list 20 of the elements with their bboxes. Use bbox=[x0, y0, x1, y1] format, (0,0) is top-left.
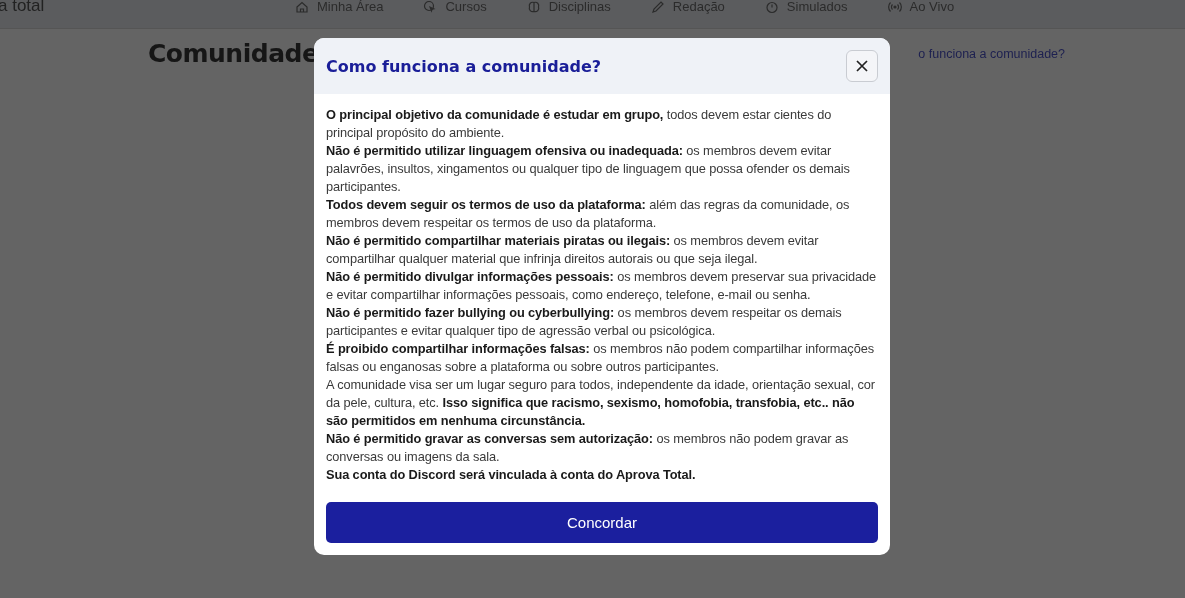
rule-text: Não é permitido utilizar linguagem ofensiva ou inadequada: os membros devem evitar palavrões, insultos, xingamentos ou qualquer tipo de linguagem que possa ofender os demais participantes. bbox=[326, 142, 851, 196]
rule-text: Não é permitido divulgar informações pessoais: os membros devem preservar sua privacidade e evitar compartilhar informações pessoais, como endereço, telefone, e-mail ou senha. bbox=[326, 268, 878, 304]
help-link[interactable]: o funciona a comunidade? bbox=[918, 46, 1065, 61]
rule-text: Não é permitido compartilhar materiais piratas ou ilegais: os membros devem evitar compartilhar qualquer material que infrinja direitos autorais ou que seja ilegal. bbox=[326, 232, 820, 268]
agree-button[interactable]: Concordar bbox=[326, 502, 878, 543]
page-title: Comunidade bbox=[148, 39, 319, 68]
clock-icon bbox=[764, 0, 779, 14]
close-button[interactable] bbox=[846, 50, 878, 82]
pencil-icon bbox=[650, 0, 665, 14]
close-icon bbox=[856, 60, 868, 72]
rule-text: Todos devem seguir os termos de uso da plataforma: além das regras da comunidade, os membros devem respeitar os termos de uso da plataforma. bbox=[326, 196, 851, 232]
rule-text: O principal objetivo da comunidade é estudar em grupo, todos devem estar cientes do principal propósito do ambiente. bbox=[326, 106, 833, 142]
live-icon bbox=[887, 0, 902, 14]
rule-text: A comunidade visa ser um lugar seguro para todos, independente da idade, orientação sexual, cor da pele, cultura, etc. Isso significa que racismo, sexismo, homofobia, transfobia, etc.. não são permitidos em nenhuma circunstância. bbox=[326, 376, 876, 430]
modal-title: Como funciona a comunidade? bbox=[326, 56, 602, 76]
rule-text: É proibido compartilhar informações falsas: os membros não podem compartilhar informações falsas ou enganosas sobre a plataforma ou sobre outros participantes. bbox=[326, 340, 875, 376]
home-icon bbox=[295, 0, 309, 14]
rule-text: Não é permitido fazer bullying ou cyberbullying: os membros devem respeitar os demais participantes e evitar qualquer tipo de agressão verbal ou psicológica. bbox=[326, 304, 843, 340]
rule-text: Não é permitido gravar as conversas sem autorização: os membros não podem gravar as conversas ou imagens da sala. bbox=[326, 430, 850, 466]
rule-text: Sua conta do Discord será vinculada à conta do Aprova Total. bbox=[326, 466, 697, 484]
